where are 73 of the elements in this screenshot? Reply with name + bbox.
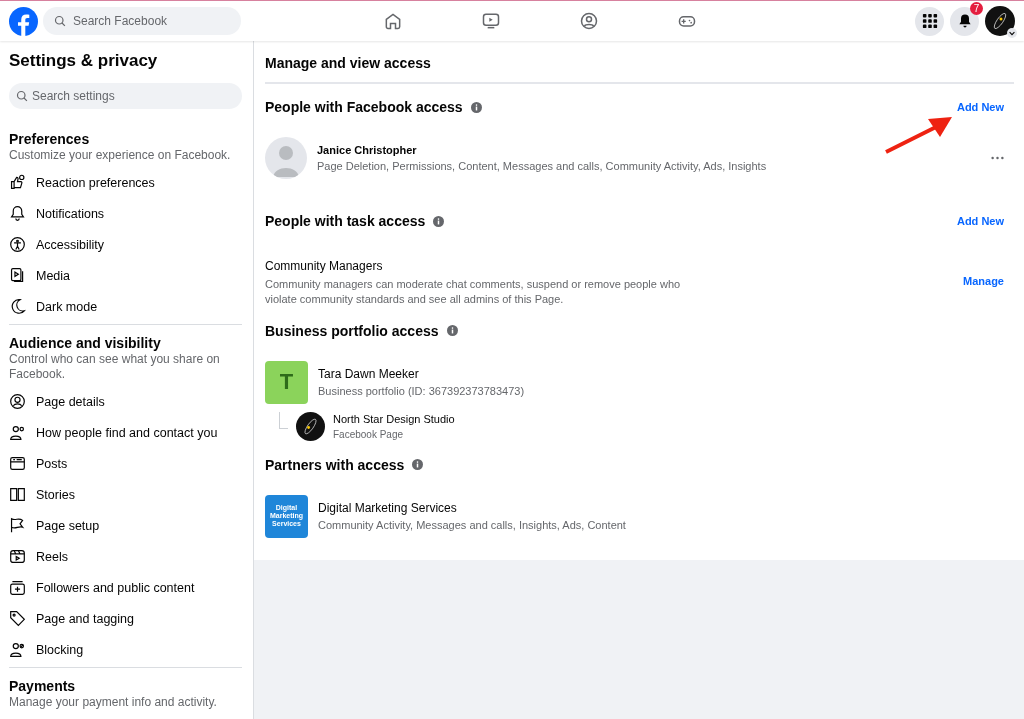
section-heading: Payments — [9, 678, 77, 695]
section-heading: Business portfolio access — [265, 322, 439, 339]
permissions-text: Community Activity, Messages and calls, Insights, Ads, Content — [318, 519, 626, 532]
partner-name: Digital Marketing Services — [318, 501, 458, 516]
account-button[interactable] — [985, 6, 1015, 36]
role-description: Community managers can moderate chat comments, suspend or remove people who violate community standards and see all admins of this Page. — [265, 277, 682, 307]
home-icon — [383, 11, 403, 31]
book-icon — [9, 486, 26, 504]
person-blocked-icon — [9, 641, 26, 659]
annotation-arrow — [884, 115, 954, 155]
search-field[interactable]: Search settings — [9, 83, 242, 109]
portfolio-name: Tara Dawn Meeker — [318, 367, 420, 382]
add-new-link[interactable]: Add New — [956, 215, 1014, 227]
section-heading: People with Facebook access — [265, 99, 463, 115]
thumbs-up-icon — [9, 174, 26, 192]
sidebar-item[interactable]: Page setup — [9, 510, 242, 542]
section-description: Manage your payment info and activity. — [9, 695, 218, 710]
menu-button[interactable] — [915, 6, 944, 36]
page-type: Facebook Page — [333, 428, 405, 440]
permissions-text: Page Deletion, Permissions, Content, Messages and calls, Community Activity, Ads, Insights — [317, 160, 767, 172]
post-icon — [9, 455, 26, 473]
flag-icon — [9, 517, 26, 535]
section-description: Control who can see what you share on Facebook. — [9, 352, 221, 382]
sidebar-item[interactable]: Blocking — [9, 634, 242, 666]
section-heading: Partners with access — [265, 456, 405, 473]
sidebar-item[interactable]: Notifications — [9, 198, 242, 230]
sidebar-title: Settings & privacy — [9, 51, 159, 71]
person-name: Janice Christopher — [317, 144, 418, 156]
sidebar-item[interactable]: How people find and contact you — [9, 417, 242, 449]
sidebar-item[interactable]: Media — [9, 260, 242, 292]
grid-icon — [921, 13, 938, 29]
moon-icon — [9, 298, 26, 316]
role-name: Community Managers — [265, 259, 384, 273]
logo-icon[interactable] — [9, 6, 38, 36]
sidebar-item[interactable]: Page details — [9, 386, 242, 418]
add-new-link[interactable]: Add New — [956, 101, 1014, 113]
sidebar-item[interactable]: Dark mode — [9, 291, 242, 323]
info-icon[interactable] — [446, 325, 458, 337]
page-name: North Star Design Studio — [333, 412, 455, 425]
info-icon[interactable] — [412, 459, 424, 471]
avatar-placeholder — [265, 137, 307, 179]
sidebar-item[interactable]: Page and tagging — [9, 603, 242, 635]
person-circle-icon — [9, 393, 26, 411]
people-icon — [9, 424, 26, 442]
info-icon[interactable] — [433, 215, 445, 227]
section-description: Customize your experience on Facebook. — [9, 148, 232, 163]
tag-icon — [9, 610, 26, 628]
page-avatar-icon — [296, 411, 325, 441]
portfolio-avatar: T — [265, 360, 308, 404]
bell-icon — [9, 205, 26, 223]
chevron-down-icon — [1008, 29, 1016, 37]
sidebar-item[interactable]: Followers and public content — [9, 572, 242, 604]
info-icon[interactable] — [470, 101, 482, 113]
sidebar-item[interactable]: Reaction preferences — [9, 167, 242, 199]
plus-box-icon — [9, 579, 26, 597]
search-field[interactable]: Search Facebook — [43, 7, 241, 35]
notification-count: 7 — [970, 1, 983, 15]
section-heading: Preferences — [9, 131, 91, 147]
portfolio-detail: Business portfolio (ID: 367392373783473) — [318, 385, 525, 398]
section-heading: Audience and visibility — [9, 335, 162, 352]
sidebar-item[interactable]: Stories — [9, 479, 242, 511]
sidebar-item[interactable]: Posts — [9, 448, 242, 480]
manage-link[interactable]: Manage — [963, 275, 1014, 287]
page-title: Manage and view access — [265, 41, 1014, 84]
sidebar-item[interactable]: Reels — [9, 541, 242, 573]
sidebar-item[interactable]: Accessibility — [9, 229, 242, 261]
video-icon — [481, 11, 501, 31]
section-heading: People with task access — [265, 213, 426, 229]
reels-icon — [9, 548, 26, 566]
media-icon — [9, 267, 26, 285]
person-circle-icon — [579, 11, 599, 31]
more-icon[interactable] — [991, 156, 1004, 160]
accessibility-icon — [9, 236, 26, 254]
